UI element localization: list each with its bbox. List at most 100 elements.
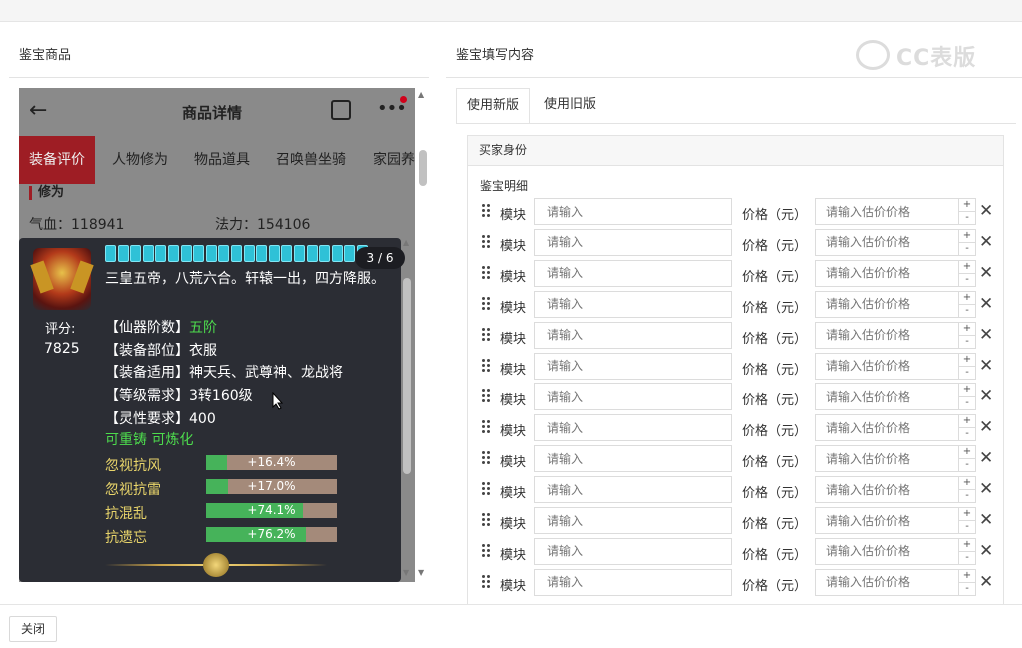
decrement-icon[interactable]: - [959,459,975,472]
drag-handle-icon[interactable] [482,420,492,436]
module-input[interactable] [534,290,732,318]
module-input[interactable] [534,568,732,596]
price-input[interactable] [815,383,959,411]
buyer-identity-header[interactable]: 买家身份 [468,136,1003,166]
increment-icon[interactable]: + [959,261,975,274]
module-input[interactable] [534,383,732,411]
price-stepper[interactable]: + - [959,476,976,504]
decrement-icon[interactable]: - [959,397,975,410]
remove-row-icon[interactable]: ✕ [979,417,993,437]
price-input[interactable] [815,198,959,225]
decrement-icon[interactable]: - [959,336,975,349]
remove-row-icon[interactable]: ✕ [979,201,993,221]
increment-icon[interactable]: + [959,508,975,521]
drag-handle-icon[interactable] [482,265,492,282]
price-input[interactable] [815,445,959,473]
increment-icon[interactable]: + [959,446,975,460]
scroll-up-arrow-icon[interactable]: ▲ [418,90,424,99]
module-input[interactable] [534,476,732,504]
price-stepper[interactable]: + - [959,414,976,442]
module-input[interactable] [534,198,732,225]
decrement-icon[interactable]: - [959,583,975,596]
preview-scroll-thumb[interactable] [419,150,427,186]
price-stepper[interactable]: + - [959,383,976,411]
increment-icon[interactable]: + [959,323,975,336]
price-input[interactable] [815,259,959,287]
drag-handle-icon[interactable] [482,389,492,405]
phone-tab-items[interactable]: 物品道具 [194,136,250,184]
remove-row-icon[interactable]: ✕ [979,386,993,406]
remove-row-icon[interactable]: ✕ [979,541,993,561]
drag-handle-icon[interactable] [482,451,492,467]
tab-old-version[interactable]: 使用旧版 [534,88,606,124]
decrement-icon[interactable]: - [959,243,975,256]
increment-icon[interactable]: + [959,539,975,552]
decrement-icon[interactable]: - [959,367,975,380]
increment-icon[interactable]: + [959,384,975,398]
decrement-icon[interactable]: - [959,552,975,565]
price-input[interactable] [815,476,959,504]
increment-icon[interactable]: + [959,477,975,491]
drag-handle-icon[interactable] [482,513,492,529]
price-stepper[interactable]: + - [959,290,976,318]
price-stepper[interactable]: + - [959,259,976,287]
price-stepper[interactable]: + - [959,321,976,349]
card-scroll-up-icon[interactable]: ▲ [403,238,409,247]
card-scroll-thumb[interactable] [403,278,411,474]
drag-handle-icon[interactable] [482,327,492,344]
phone-tab-pets[interactable]: 召唤兽坐骑 [276,136,346,184]
price-input[interactable] [815,290,959,318]
remove-row-icon[interactable]: ✕ [979,232,993,252]
module-input[interactable] [534,537,732,565]
back-arrow-icon[interactable]: ← [29,98,47,123]
phone-tab-equipment[interactable]: 装备评价 [19,136,95,184]
decrement-icon[interactable]: - [959,274,975,287]
card-scroll-down-icon[interactable]: ▼ [403,568,409,577]
price-stepper[interactable]: + - [959,228,976,256]
drag-handle-icon[interactable] [482,296,492,313]
preview-scrollbar[interactable]: ▲ ▼ [416,88,430,582]
remove-row-icon[interactable]: ✕ [979,448,993,468]
drag-handle-icon[interactable] [482,482,492,498]
drag-handle-icon[interactable] [482,234,492,251]
remove-row-icon[interactable]: ✕ [979,572,993,592]
drag-handle-icon[interactable] [482,204,492,220]
module-input[interactable] [534,228,732,256]
module-input[interactable] [534,414,732,442]
price-input[interactable] [815,414,959,442]
price-input[interactable] [815,228,959,256]
decrement-icon[interactable]: - [959,521,975,534]
increment-icon[interactable]: + [959,292,975,305]
increment-icon[interactable]: + [959,199,975,212]
remove-row-icon[interactable]: ✕ [979,479,993,499]
module-input[interactable] [534,445,732,473]
phone-tab-character[interactable]: 人物修为 [112,136,168,184]
price-input[interactable] [815,537,959,565]
increment-icon[interactable]: + [959,570,975,583]
decrement-icon[interactable]: - [959,305,975,318]
price-input[interactable] [815,321,959,349]
scroll-down-arrow-icon[interactable]: ▼ [418,568,424,577]
decrement-icon[interactable]: - [959,490,975,503]
tab-new-version[interactable]: 使用新版 [456,88,531,124]
module-input[interactable] [534,507,732,534]
price-stepper[interactable]: + - [959,537,976,565]
decrement-icon[interactable]: - [959,212,975,225]
price-stepper[interactable]: + - [959,507,976,534]
remove-row-icon[interactable]: ✕ [979,263,993,283]
remove-row-icon[interactable]: ✕ [979,356,993,376]
module-input[interactable] [534,321,732,349]
module-input[interactable] [534,259,732,287]
price-input[interactable] [815,568,959,596]
increment-icon[interactable]: + [959,415,975,429]
price-input[interactable] [815,352,959,380]
remove-row-icon[interactable]: ✕ [979,510,993,530]
module-input[interactable] [534,352,732,380]
price-stepper[interactable]: + - [959,445,976,473]
share-icon[interactable] [331,100,351,120]
drag-handle-icon[interactable] [482,543,492,560]
remove-row-icon[interactable]: ✕ [979,294,993,314]
increment-icon[interactable]: + [959,354,975,367]
drag-handle-icon[interactable] [482,358,492,375]
drag-handle-icon[interactable] [482,574,492,591]
